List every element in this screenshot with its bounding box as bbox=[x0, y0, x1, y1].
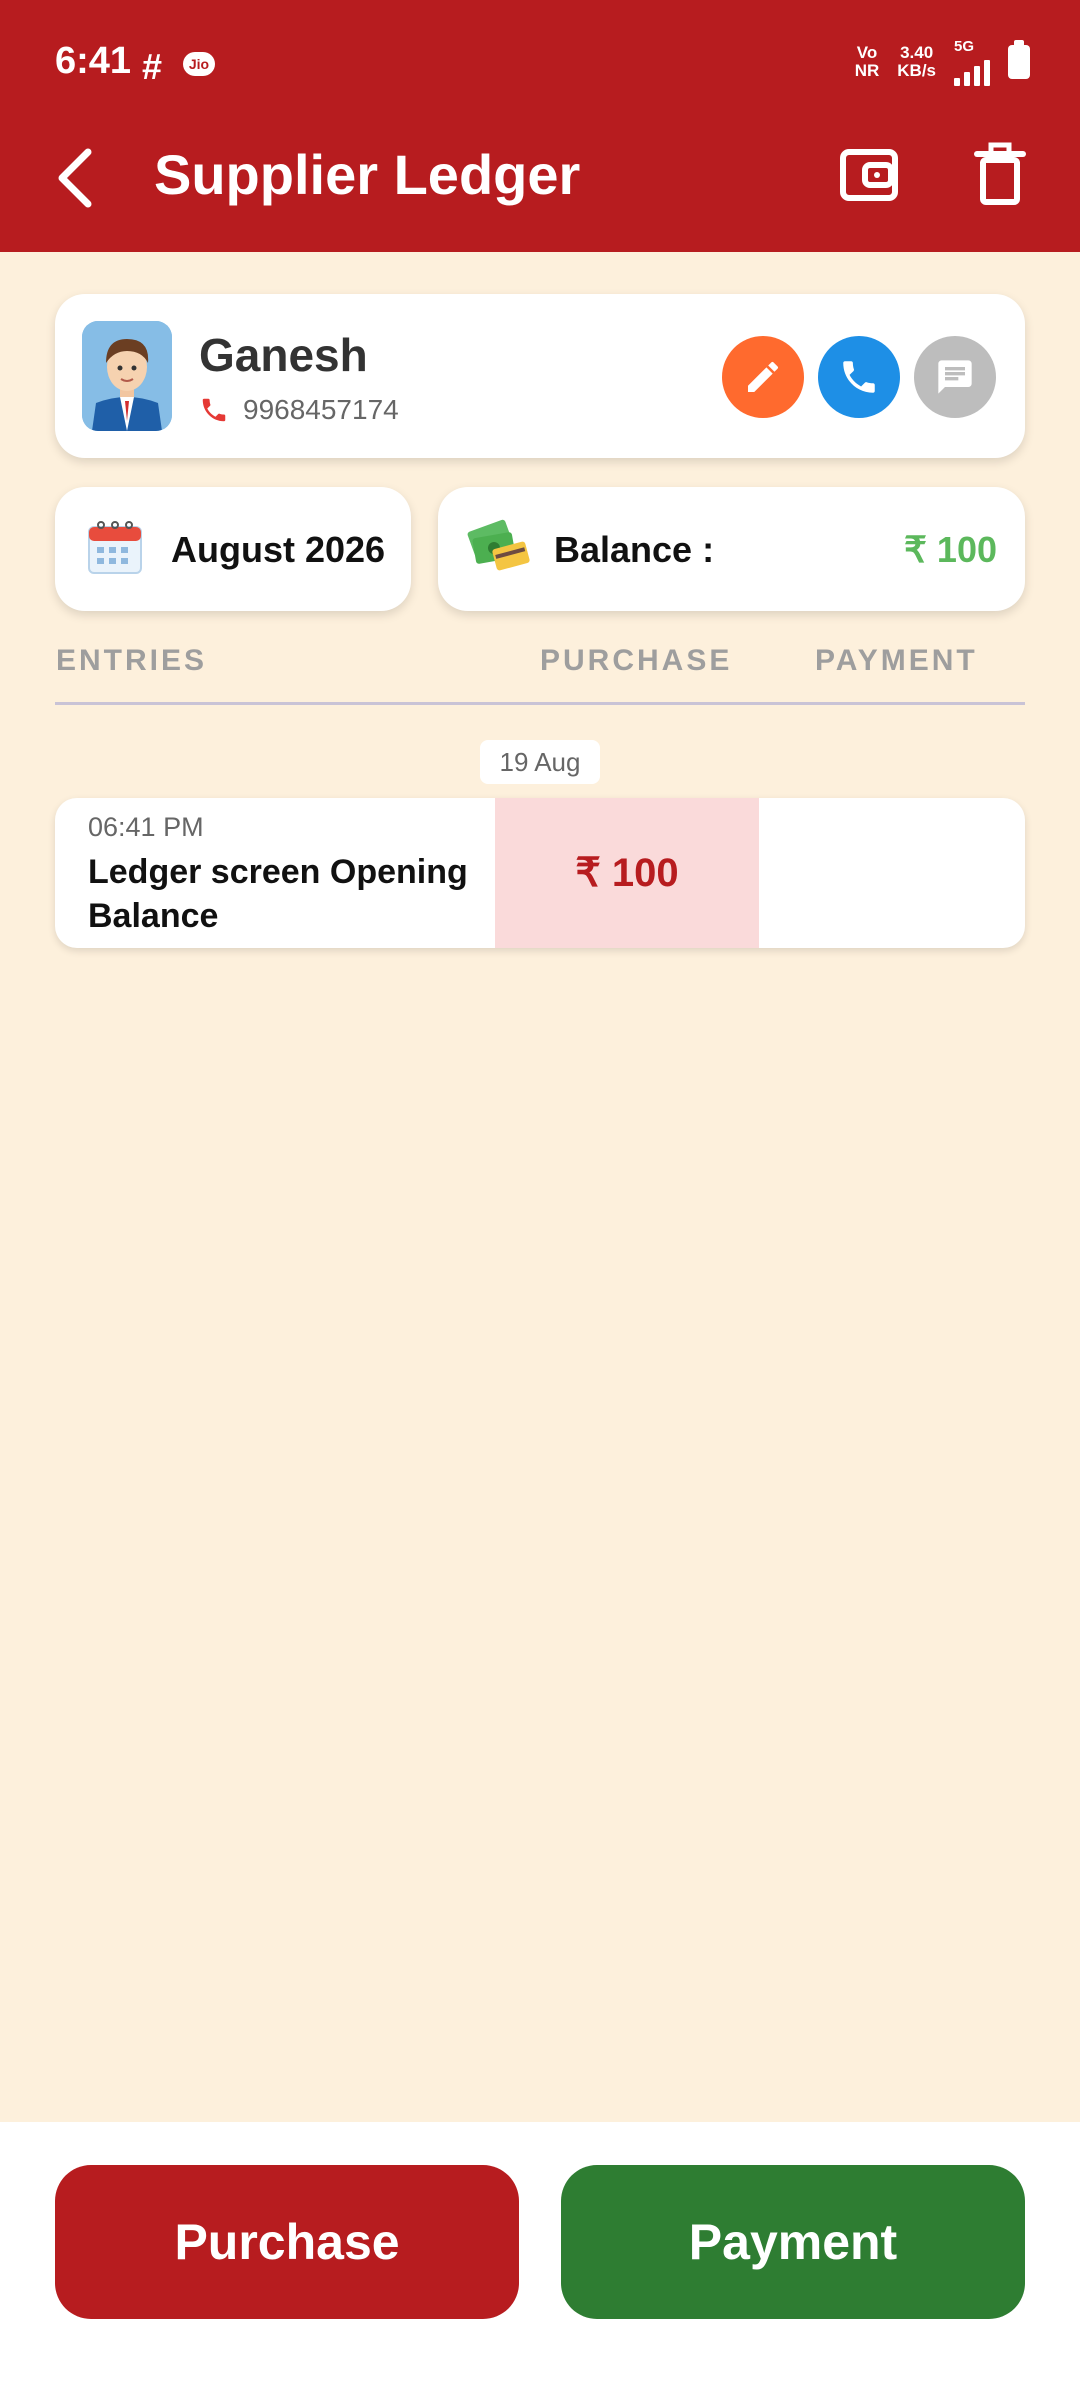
volte-bottom: NR bbox=[854, 61, 880, 80]
date-group-label: 19 Aug bbox=[480, 740, 600, 784]
battery-icon bbox=[1008, 40, 1030, 79]
speed-unit: KB/s bbox=[897, 61, 936, 80]
jio-badge: Jio bbox=[183, 52, 215, 76]
delete-button[interactable] bbox=[965, 140, 1035, 210]
header-divider bbox=[55, 702, 1025, 705]
entry-time: 06:41 PM bbox=[88, 812, 204, 842]
slack-icon: # bbox=[142, 46, 163, 87]
status-bar: 6:41 # Jio Vo NR 3.40 KB/s 5G bbox=[0, 0, 1080, 120]
payment-button[interactable]: Payment bbox=[561, 2165, 1025, 2319]
balance-card: Balance : ₹ 100 bbox=[438, 487, 1025, 611]
bottom-action-bar: Purchase Payment bbox=[0, 2122, 1080, 2408]
volte-indicator: Vo NR bbox=[855, 44, 880, 80]
balance-label: Balance : bbox=[554, 529, 715, 570]
volte-top: Vo bbox=[856, 43, 878, 62]
back-arrow-icon bbox=[58, 148, 92, 208]
call-icon bbox=[843, 361, 875, 393]
calendar-icon bbox=[88, 521, 142, 574]
avatar bbox=[82, 321, 172, 431]
app-header: 6:41 # Jio Vo NR 3.40 KB/s 5G Supplier L… bbox=[0, 0, 1080, 252]
column-purchase: PURCHASE bbox=[540, 644, 733, 677]
column-entries: ENTRIES bbox=[56, 644, 208, 677]
entry-description: Ledger screen Opening Balance bbox=[88, 853, 468, 935]
signal-group: 5G bbox=[954, 38, 990, 86]
wallet-icon bbox=[840, 149, 898, 201]
network-speed: 3.40 KB/s bbox=[897, 44, 936, 80]
status-time: 6:41 bbox=[55, 40, 132, 82]
purchase-button[interactable]: Purchase bbox=[55, 2165, 519, 2319]
phone-icon bbox=[202, 398, 226, 422]
status-indicators: Vo NR 3.40 KB/s 5G bbox=[855, 38, 1030, 86]
wallet-button[interactable] bbox=[835, 140, 905, 210]
ledger-entry[interactable]: 06:41 PM Ledger screen Opening Balance ₹… bbox=[55, 798, 1025, 948]
call-contact-button[interactable] bbox=[818, 336, 900, 418]
network-type: 5G bbox=[954, 38, 975, 55]
month-selector[interactable]: August 2026 bbox=[55, 487, 411, 611]
edit-contact-button[interactable] bbox=[722, 336, 804, 418]
contact-card: Ganesh 9968457174 bbox=[55, 294, 1025, 458]
contact-phone: 9968457174 bbox=[199, 394, 399, 426]
month-label: August 2026 bbox=[171, 529, 386, 570]
column-payment: PAYMENT bbox=[815, 644, 978, 677]
speed-value: 3.40 bbox=[900, 43, 934, 62]
back-button[interactable] bbox=[48, 138, 118, 218]
phone-number: 9968457174 bbox=[243, 394, 399, 425]
entry-payment-amount bbox=[759, 798, 1025, 948]
entry-purchase-amount: ₹ 100 bbox=[495, 798, 759, 948]
signal-icon bbox=[954, 56, 990, 86]
contact-name: Ganesh bbox=[199, 329, 368, 381]
message-icon bbox=[938, 360, 972, 394]
money-icon bbox=[467, 519, 530, 571]
edit-icon bbox=[748, 361, 778, 392]
balance-value: ₹ 100 bbox=[904, 529, 997, 570]
trash-icon bbox=[974, 142, 1026, 205]
message-contact-button[interactable] bbox=[914, 336, 996, 418]
page-title: Supplier Ledger bbox=[154, 143, 581, 206]
